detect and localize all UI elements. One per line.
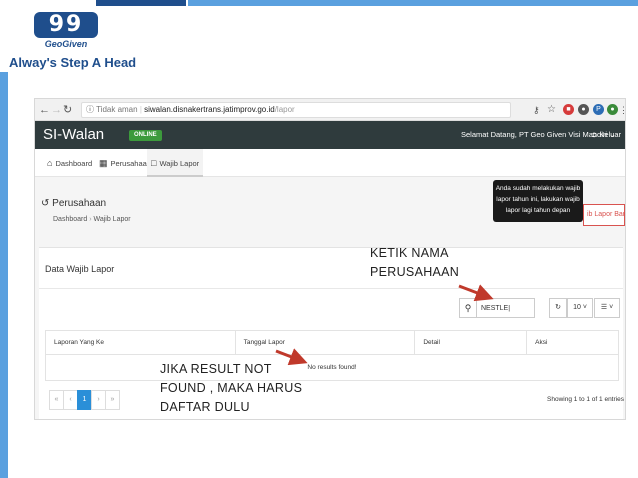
logout-label: Keluar xyxy=(599,130,622,139)
report-table: Laporan Yang Ke Tanggal Lapor Detail Aks… xyxy=(45,330,619,381)
empty-message: No results found! xyxy=(45,354,619,381)
logout-icon: ➲ xyxy=(591,130,598,139)
column-header-tanggal[interactable]: Tanggal Lapor xyxy=(234,330,416,355)
annotation-line: PERUSAHAAN xyxy=(370,265,460,279)
logo-mark: 99 xyxy=(34,12,98,38)
left-accent-bar xyxy=(0,72,8,478)
entries-summary: Showing 1 to 1 of 1 entries xyxy=(547,396,624,403)
logout-button[interactable]: ➲ Keluar xyxy=(591,129,621,141)
page-first-button[interactable]: « xyxy=(49,390,64,410)
panel-title: Data Wajib Lapor xyxy=(45,264,115,274)
column-header-laporan[interactable]: Laporan Yang Ke xyxy=(45,330,236,355)
breadcrumb: Dashboard › Wajib Lapor xyxy=(53,216,131,223)
annotation-line: FOUND , MAKA HARUS xyxy=(160,381,303,395)
tooltip: Anda sudah melakukan wajib lapor tahun i… xyxy=(493,180,583,222)
breadcrumb-item-current: Wajib Lapor xyxy=(93,216,131,223)
nav-label: Perusahaan xyxy=(110,159,151,168)
page-size-value: 10 xyxy=(573,304,581,311)
refresh-button[interactable]: ↻ xyxy=(549,298,567,318)
url-host: siwalan.disnakertrans.jatimprov.go.id xyxy=(144,105,275,114)
table-header-row: Laporan Yang Ke Tanggal Lapor Detail Aks… xyxy=(45,330,619,355)
page-prev-button[interactable]: ‹ xyxy=(63,390,78,410)
nav-label: Dashboard xyxy=(55,159,93,168)
page-title: ↺ Perusahaan xyxy=(41,198,106,209)
nav-item-wajib-lapor[interactable]: □ Wajib Lapor xyxy=(147,149,204,177)
page-size-select[interactable]: 10 ˅ xyxy=(567,298,593,318)
page-1-button[interactable]: 1 xyxy=(77,390,92,410)
column-header-aksi[interactable]: Aksi xyxy=(526,330,619,355)
divider xyxy=(39,288,623,289)
url-path: /lapor xyxy=(274,105,295,114)
chevron-down-icon: ˅ xyxy=(609,304,614,311)
browser-toolbar: ← → ↻ ⓘ Tidak aman | siwalan.disnakertra… xyxy=(35,99,625,121)
extension-camera-icon[interactable]: ● xyxy=(578,104,589,115)
geogiven-logo: 99 GeoGiven xyxy=(34,12,98,50)
breadcrumb-item-dashboard[interactable]: Dashboard xyxy=(53,216,87,223)
extension-stop-icon[interactable]: ■ xyxy=(563,104,574,115)
page-last-button[interactable]: » xyxy=(105,390,120,410)
annotation-line: KETIK NAMA xyxy=(370,246,449,260)
nav-item-perusahaan[interactable]: ▦ Perusahaan xyxy=(95,149,155,177)
annotation-ketik: KETIK NAMA PERUSAHAAN xyxy=(370,244,459,282)
nav-label: Wajib Lapor xyxy=(159,159,200,168)
main-nav: ⌂ Dashboard ▦ Perusahaan □ Wajib Lapor xyxy=(35,149,625,177)
security-label: Tidak aman xyxy=(96,105,138,114)
page-title-text: Perusahaan xyxy=(52,198,107,209)
table-row: No results found! xyxy=(45,354,619,381)
logo-wordmark: GeoGiven xyxy=(44,39,88,49)
top-accent-bar-light xyxy=(188,0,638,6)
search-group: ⚲ xyxy=(459,298,535,318)
app-header: SI-Walan ONLINE Selamat Datang, PT Geo G… xyxy=(35,121,625,149)
status-badge: ONLINE xyxy=(129,130,162,141)
back-icon[interactable]: ← xyxy=(39,103,50,117)
add-report-button[interactable]: ib Lapor Baru xyxy=(583,204,625,226)
browser-window: ← → ↻ ⓘ Tidak aman | siwalan.disnakertra… xyxy=(34,98,626,420)
app-title: SI-Walan xyxy=(43,126,105,143)
key-icon[interactable]: ⚷ xyxy=(533,103,540,117)
forward-icon[interactable]: → xyxy=(51,103,62,117)
star-icon[interactable]: ☆ xyxy=(547,103,556,117)
browser-menu-icon[interactable]: ⋮ xyxy=(619,103,625,117)
pagination: « ‹ 1 › » xyxy=(49,390,120,410)
search-input[interactable] xyxy=(477,298,535,318)
reload-icon[interactable]: ↻ xyxy=(63,103,72,117)
list-icon: ☰ xyxy=(600,304,608,311)
annotation-line: JIKA RESULT NOT xyxy=(160,362,272,376)
page-next-button[interactable]: › xyxy=(91,390,106,410)
home-icon: ⌂ xyxy=(47,158,53,168)
report-panel: Data Wajib Lapor ⚲ ↻ 10 ˅ ☰ ˅ Laporan Ya… xyxy=(39,247,624,419)
tagline: Alway's Step A Head xyxy=(9,55,137,70)
search-icon: ⚲ xyxy=(459,298,477,318)
columns-toggle[interactable]: ☰ ˅ xyxy=(594,298,620,318)
address-bar[interactable]: ⓘ Tidak aman | siwalan.disnakertrans.jat… xyxy=(81,102,511,118)
column-header-detail[interactable]: Detail xyxy=(414,330,528,355)
extension-globe-icon[interactable]: ● xyxy=(607,104,618,115)
building-icon: ▦ xyxy=(99,158,108,168)
nav-item-dashboard[interactable]: ⌂ Dashboard xyxy=(43,149,96,177)
back-circle-icon[interactable]: ↺ xyxy=(41,198,49,209)
annotation-jika: JIKA RESULT NOT FOUND , MAKA HARUS DAFTA… xyxy=(160,360,302,417)
annotation-line: DAFTAR DULU xyxy=(160,400,250,414)
refresh-icon: ↻ xyxy=(555,304,561,311)
chevron-down-icon: ˅ xyxy=(582,304,587,311)
extension-p-icon[interactable]: P xyxy=(593,104,604,115)
document-icon: □ xyxy=(151,158,157,168)
info-icon: ⓘ xyxy=(86,105,94,114)
top-accent-bar-dark xyxy=(96,0,186,6)
